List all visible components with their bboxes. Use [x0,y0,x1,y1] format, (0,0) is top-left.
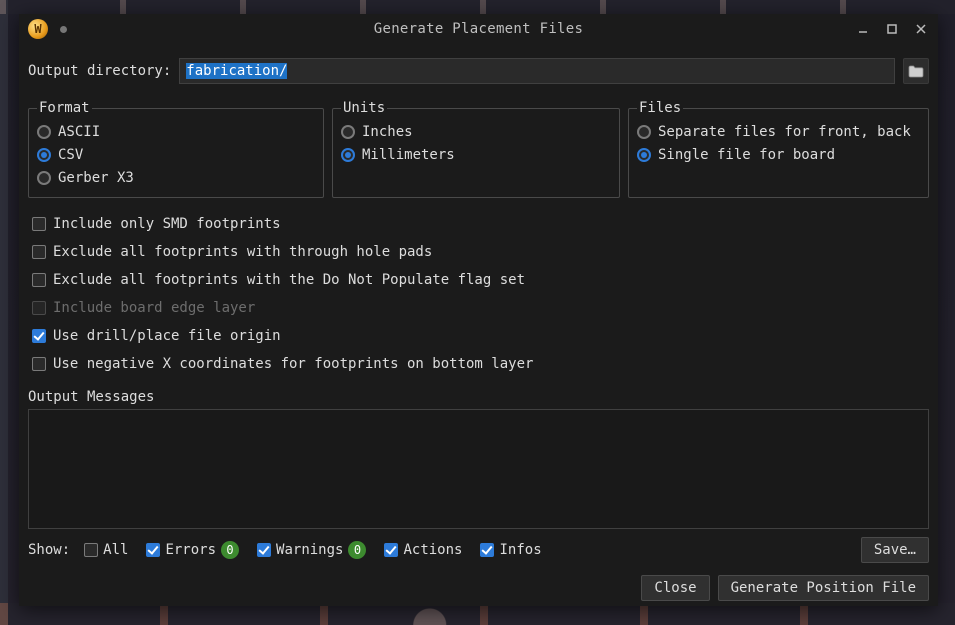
maximize-icon [886,23,898,35]
app-icon: W [28,19,48,39]
format-legend: Format [37,100,92,116]
filter-infos-checkbox[interactable]: Infos [480,542,541,558]
checkbox-icon [257,543,271,557]
minimize-icon [857,23,869,35]
checkbox-icon [32,245,46,259]
close-icon [915,23,927,35]
format-csv-radio[interactable]: CSV [37,143,315,166]
radio-icon [341,125,355,139]
output-messages-label: Output Messages [28,389,929,405]
checkbox-label: Use drill/place file origin [53,328,281,344]
units-mm-radio[interactable]: Millimeters [341,143,611,166]
units-legend: Units [341,100,387,116]
include-edge-checkbox: Include board edge layer [32,296,925,319]
browse-button[interactable] [903,58,929,84]
errors-count-badge: 0 [221,541,239,559]
checkbox-icon [32,217,46,231]
format-option-label: ASCII [58,124,100,140]
filter-label: Infos [499,542,541,558]
radio-icon [341,148,355,162]
checkbox-label: Include board edge layer [53,300,255,316]
radio-icon [637,125,651,139]
format-group: Format ASCII CSV Gerber X3 [28,100,324,198]
checkbox-icon [32,357,46,371]
format-option-label: Gerber X3 [58,170,134,186]
files-group: Files Separate files for front, back Sin… [628,100,929,198]
files-option-label: Single file for board [658,147,835,163]
drill-origin-checkbox[interactable]: Use drill/place file origin [32,324,925,347]
filter-label: Errors [165,542,216,558]
units-option-label: Inches [362,124,413,140]
close-window-button[interactable] [908,16,934,42]
dialog-window: W Generate Placement Files Output direct… [19,14,938,606]
filter-label: Warnings [276,542,343,558]
filter-label: All [103,542,128,558]
units-inches-radio[interactable]: Inches [341,120,611,143]
files-single-radio[interactable]: Single file for board [637,143,920,166]
radio-icon [37,171,51,185]
dialog-content: Output directory: Format ASCII CSV [19,44,938,606]
negative-x-checkbox[interactable]: Use negative X coordinates for footprint… [32,352,925,375]
window-title: Generate Placement Files [19,21,938,37]
checkbox-label: Include only SMD footprints [53,216,281,232]
format-option-label: CSV [58,147,83,163]
show-label: Show: [28,542,70,558]
close-button[interactable]: Close [641,575,709,601]
generate-button[interactable]: Generate Position File [718,575,929,601]
files-separate-radio[interactable]: Separate files for front, back [637,120,920,143]
checkbox-icon [32,329,46,343]
modified-indicator-icon [60,26,67,33]
only-smd-checkbox[interactable]: Include only SMD footprints [32,212,925,235]
units-group: Units Inches Millimeters [332,100,620,198]
checkbox-icon [84,543,98,557]
output-directory-label: Output directory: [28,63,171,79]
filter-all-checkbox[interactable]: All [84,542,128,558]
checkbox-icon [32,301,46,315]
checkbox-icon [384,543,398,557]
exclude-th-checkbox[interactable]: Exclude all footprints with through hole… [32,240,925,263]
format-ascii-radio[interactable]: ASCII [37,120,315,143]
checkbox-icon [32,273,46,287]
radio-icon [37,148,51,162]
checkbox-label: Exclude all footprints with the Do Not P… [53,272,525,288]
save-messages-button[interactable]: Save… [861,537,929,563]
exclude-dnp-checkbox[interactable]: Exclude all footprints with the Do Not P… [32,268,925,291]
radio-icon [637,148,651,162]
checkbox-label: Exclude all footprints with through hole… [53,244,432,260]
units-option-label: Millimeters [362,147,455,163]
titlebar[interactable]: W Generate Placement Files [19,14,938,44]
filter-warnings-checkbox[interactable]: Warnings 0 [257,541,366,559]
files-option-label: Separate files for front, back [658,124,911,140]
files-legend: Files [637,100,683,116]
checkbox-label: Use negative X coordinates for footprint… [53,356,533,372]
warnings-count-badge: 0 [348,541,366,559]
checkbox-icon [146,543,160,557]
app-icon-letter: W [34,22,41,36]
minimize-button[interactable] [850,16,876,42]
filter-label: Actions [403,542,462,558]
radio-icon [37,125,51,139]
format-gerber-radio[interactable]: Gerber X3 [37,166,315,189]
filter-errors-checkbox[interactable]: Errors 0 [146,541,239,559]
checkbox-icon [480,543,494,557]
filter-actions-checkbox[interactable]: Actions [384,542,462,558]
maximize-button[interactable] [879,16,905,42]
folder-icon [908,65,924,78]
output-directory-input[interactable] [179,58,895,84]
output-messages-box[interactable] [28,409,929,529]
